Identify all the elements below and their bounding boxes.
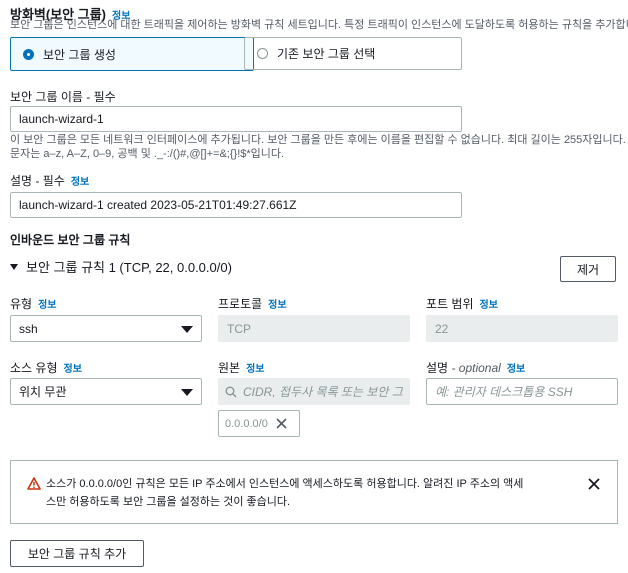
caret-down-icon bbox=[10, 263, 18, 270]
close-icon[interactable] bbox=[276, 418, 287, 429]
sg-desc-input[interactable]: launch-wizard-1 created 2023-05-21T01:49… bbox=[10, 192, 462, 218]
sg-desc-info-link[interactable]: 정보 bbox=[71, 177, 89, 188]
warning-text: 소스가 0.0.0.0/0인 규칙은 모든 IP 주소에서 인스턴스에 액세스하… bbox=[46, 475, 523, 511]
source-type-label-row: 소스 유형 정보 bbox=[10, 359, 82, 376]
search-icon bbox=[225, 386, 237, 397]
source-cidr-token: 0.0.0.0/0 bbox=[218, 410, 300, 437]
type-label-row: 유형 정보 bbox=[10, 295, 57, 312]
port-info-link[interactable]: 정보 bbox=[480, 300, 498, 311]
radio-existing-label: 기존 보안 그룹 선택 bbox=[277, 47, 376, 61]
rule-desc-input[interactable]: 예: 관리자 데스크톱용 SSH bbox=[426, 378, 618, 405]
type-label: 유형 bbox=[10, 297, 33, 311]
source-cidr-token-text: 0.0.0.0/0 bbox=[225, 417, 268, 430]
source-label-row: 원본 정보 bbox=[218, 359, 265, 376]
rule-desc-label: 설명 bbox=[426, 361, 449, 375]
warning-icon bbox=[27, 477, 41, 490]
protocol-field: TCP bbox=[218, 315, 410, 342]
sg-name-input[interactable]: launch-wizard-1 bbox=[10, 106, 462, 132]
radio-selected-indicator bbox=[23, 48, 34, 60]
source-type-select-value: 위치 무관 bbox=[19, 385, 67, 399]
rule-desc-info-link[interactable]: 정보 bbox=[507, 364, 525, 375]
remove-rule-button[interactable]: 제거 bbox=[560, 256, 616, 282]
protocol-info-link[interactable]: 정보 bbox=[268, 300, 286, 311]
rule-1-expander[interactable]: 보안 그룹 규칙 1 (TCP, 22, 0.0.0.0/0) bbox=[10, 257, 232, 276]
rule-1-title: 보안 그룹 규칙 1 (TCP, 22, 0.0.0.0/0) bbox=[26, 260, 232, 275]
type-select[interactable]: ssh bbox=[10, 315, 202, 342]
warning-alert: 소스가 0.0.0.0/0인 규칙은 모든 IP 주소에서 인스턴스에 액세스하… bbox=[10, 460, 618, 524]
rule-desc-label-row: 설명 - optional 정보 bbox=[426, 359, 525, 376]
port-label: 포트 범위 bbox=[426, 297, 474, 311]
sg-name-help-2: 문자는 a–z, A–Z, 0–9, 공백 및 ._-:/()#,@[]+=&;… bbox=[10, 148, 285, 160]
source-type-label: 소스 유형 bbox=[10, 361, 58, 375]
source-type-select[interactable]: 위치 무관 bbox=[10, 378, 202, 405]
sg-desc-label: 설명 - 필수 bbox=[10, 174, 65, 188]
type-select-value: ssh bbox=[19, 321, 38, 336]
dismiss-alert-icon[interactable] bbox=[588, 478, 600, 490]
protocol-label: 프로토콜 bbox=[218, 297, 263, 311]
source-type-info-link[interactable]: 정보 bbox=[64, 364, 82, 375]
dropdown-arrow-icon bbox=[181, 389, 193, 396]
source-search-input[interactable]: CIDR, 접두사 목록 또는 보안 그 bbox=[218, 378, 410, 405]
radio-create-label: 보안 그룹 생성 bbox=[43, 47, 116, 62]
source-search-placeholder: CIDR, 접두사 목록 또는 보안 그 bbox=[243, 385, 403, 399]
port-label-row: 포트 범위 정보 bbox=[426, 295, 498, 312]
inbound-rules-title: 인바운드 보안 그룹 규칙 bbox=[10, 233, 131, 247]
rule-desc-optional: - optional bbox=[451, 361, 501, 375]
dropdown-arrow-icon bbox=[181, 326, 193, 333]
radio-existing-security-group[interactable]: 기존 보안 그룹 선택 bbox=[244, 37, 462, 70]
source-info-link[interactable]: 정보 bbox=[246, 364, 264, 375]
type-info-link[interactable]: 정보 bbox=[38, 300, 56, 311]
radio-unselected-indicator bbox=[257, 48, 268, 59]
sg-desc-label-row: 설명 - 필수 정보 bbox=[10, 172, 89, 189]
protocol-label-row: 프로토콜 정보 bbox=[218, 295, 287, 312]
sg-name-label: 보안 그룹 이름 - 필수 bbox=[10, 90, 116, 104]
sg-name-help-1: 이 보안 그룹은 모든 네트워크 인터페이스에 추가됩니다. 보안 그룹을 만든… bbox=[10, 134, 628, 146]
firewall-description: 보안 그룹은 인스턴스에 대한 트래픽을 제어하는 방화벽 규칙 세트입니다. … bbox=[10, 19, 628, 31]
warning-text-line-2: 스만 허용하도록 보안 그룹을 설정하는 것이 좋습니다. bbox=[46, 496, 291, 508]
radio-create-security-group[interactable]: 보안 그룹 생성 bbox=[10, 37, 254, 71]
add-rule-button[interactable]: 보안 그룹 규칙 추가 bbox=[10, 540, 144, 567]
warning-text-line-1: 소스가 0.0.0.0/0인 규칙은 모든 IP 주소에서 인스턴스에 액세스하… bbox=[46, 478, 524, 490]
port-range-field: 22 bbox=[426, 315, 618, 342]
source-label: 원본 bbox=[218, 361, 241, 375]
